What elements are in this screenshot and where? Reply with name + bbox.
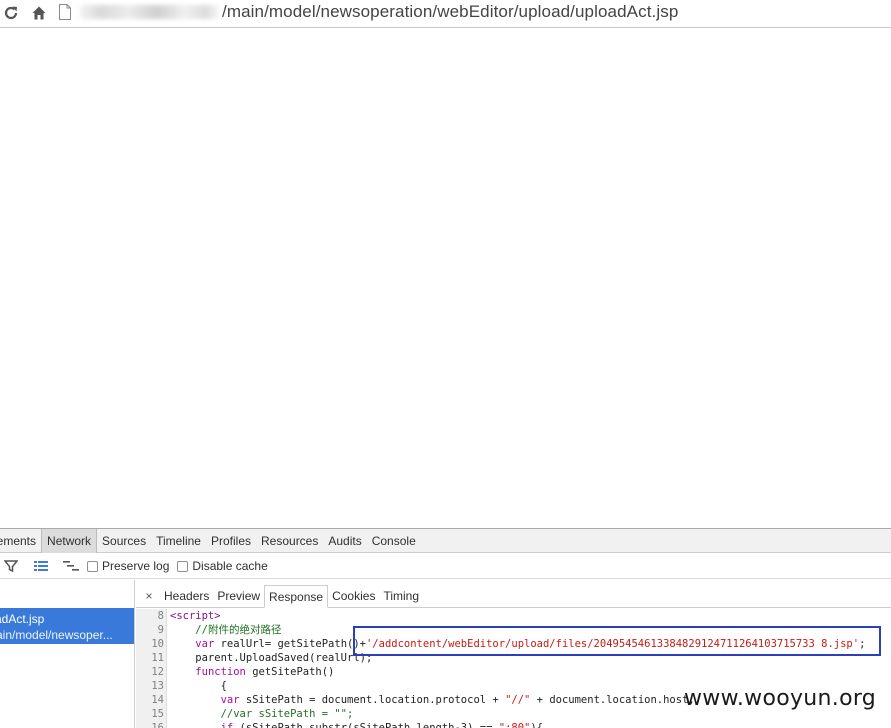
line-source: <script> [170, 609, 221, 623]
line-number: 9 [157, 624, 164, 636]
request-list-header [0, 580, 134, 608]
code-token: var [195, 638, 215, 650]
tab-sources[interactable]: Sources [97, 529, 151, 553]
address-bar[interactable]: /main/model/newsoperation/webEditor/uplo… [58, 0, 891, 24]
tab-timing[interactable]: Timing [379, 585, 423, 607]
code-line: 8 <script> [136, 609, 891, 623]
code-token: sSitePath = document.location.protocol + [239, 694, 506, 706]
line-number: 14 [151, 694, 164, 706]
line-source: { [170, 679, 227, 693]
line-source: function getSitePath() [170, 665, 334, 679]
request-list: adAct.jsp ain/model/newsoper... [0, 580, 135, 728]
page-viewport [0, 29, 891, 528]
line-number: 15 [151, 708, 164, 720]
request-path: ain/model/newsoper... [0, 628, 113, 642]
tab-cookies[interactable]: Cookies [328, 585, 379, 607]
line-number: 11 [151, 652, 164, 664]
line-source: var sSitePath = document.location.protoc… [170, 693, 695, 707]
tab-preview[interactable]: Preview [213, 585, 264, 607]
line-number: 10 [151, 638, 164, 650]
line-number: 8 [157, 610, 164, 622]
code-token: (sSitePath.substr(sSitePath.length-3) == [233, 722, 499, 728]
code-token: //附件的绝对路径 [195, 624, 282, 636]
code-token: { [170, 680, 227, 692]
devtools-panel-tabs: lements Network Sources Timeline Profile… [0, 528, 891, 553]
code-token: var [220, 694, 240, 706]
watermark: www.wooyun.org [684, 686, 877, 711]
line-source: parent.UploadSaved(realUrl); [170, 651, 372, 665]
line-source: //附件的绝对路径 [170, 623, 281, 637]
preserve-log-label: Preserve log [102, 559, 170, 573]
tab-timeline[interactable]: Timeline [151, 529, 206, 553]
line-number: 12 [151, 666, 164, 678]
waterfall-icon[interactable] [63, 558, 79, 574]
code-line: 12 function getSitePath() [136, 665, 891, 679]
large-rows-icon[interactable] [33, 558, 49, 574]
tab-elements[interactable]: lements [0, 529, 41, 553]
disable-cache-label: Disable cache [192, 559, 268, 573]
browser-toolbar: /main/model/newsoperation/webEditor/uplo… [0, 0, 891, 28]
filter-icon[interactable] [3, 558, 19, 574]
line-number: 16 [151, 722, 164, 728]
preserve-log-box[interactable] [87, 560, 98, 572]
detail-tabs: × Headers Preview Response Cookies Timin… [136, 580, 891, 608]
line-source: if (sSitePath.substr(sSitePath.length-3)… [170, 721, 543, 728]
home-icon[interactable] [28, 2, 50, 24]
line-source: //var sSitePath = ""; [170, 707, 354, 721]
close-icon[interactable]: × [140, 585, 158, 607]
tab-resources[interactable]: Resources [256, 529, 323, 553]
code-token: ":80" [498, 722, 531, 728]
tab-audits[interactable]: Audits [323, 529, 366, 553]
url-path: /main/model/newsoperation/webEditor/uplo… [222, 2, 679, 21]
code-token: function [195, 666, 246, 678]
code-token: ){ [530, 722, 544, 728]
code-token: realUrl= getSitePath()+ [214, 638, 366, 650]
code-token: getSitePath() [245, 666, 335, 678]
disable-cache-box[interactable] [177, 560, 189, 572]
url-host-redacted [80, 5, 220, 19]
tab-network[interactable]: Network [41, 528, 98, 553]
network-toolbar: Preserve log Disable cache [0, 554, 891, 579]
page-icon [58, 4, 72, 20]
highlight-annotation-box [353, 626, 881, 656]
code-token: + document.location.host; [530, 694, 695, 706]
code-token: "//" [505, 694, 531, 706]
tab-profiles[interactable]: Profiles [206, 529, 256, 553]
code-line: 16 if (sSitePath.substr(sSitePath.length… [136, 721, 891, 728]
code-token: <script> [170, 610, 221, 622]
tab-response[interactable]: Response [264, 585, 329, 608]
preserve-log-checkbox[interactable]: Preserve log [87, 559, 169, 573]
tab-headers[interactable]: Headers [160, 585, 213, 607]
code-token: if [220, 722, 234, 728]
code-token: //var sSitePath = ""; [220, 708, 354, 720]
tab-console[interactable]: Console [367, 529, 421, 553]
disable-cache-checkbox[interactable]: Disable cache [177, 559, 268, 573]
request-row-selected[interactable]: adAct.jsp ain/model/newsoper... [0, 608, 134, 644]
line-number: 13 [151, 680, 164, 692]
reload-icon[interactable] [0, 2, 22, 24]
request-name: adAct.jsp [0, 612, 45, 626]
code-token: parent.UploadSaved(realUrl); [170, 652, 373, 664]
